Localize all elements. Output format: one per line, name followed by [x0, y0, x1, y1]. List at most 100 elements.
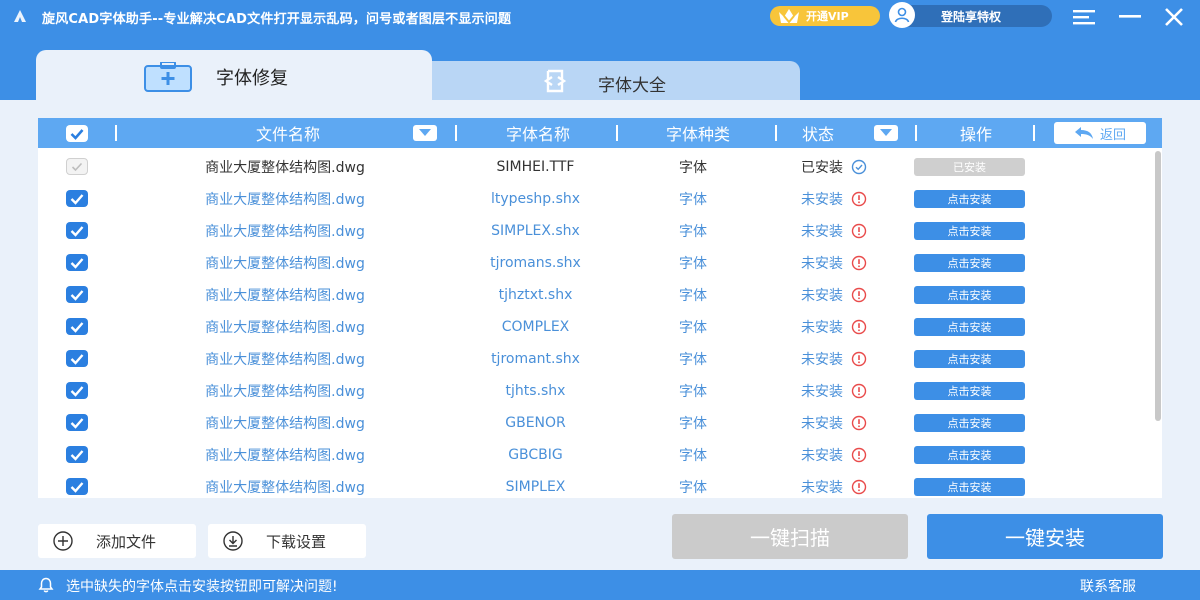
vip-label: 开通VIP [806, 10, 849, 23]
table-header: 文件名称 字体名称 字体种类 状态 操作 返回 [38, 118, 1162, 148]
one-click-install-button[interactable]: 一键安装 [927, 514, 1163, 559]
title-bar: 旋风CAD字体助手--专业解决CAD文件打开显示乱码，问号或者图层不显示问题 开… [0, 0, 1200, 34]
menu-icon[interactable] [1072, 6, 1096, 28]
download-settings-button[interactable]: 下载设置 [208, 524, 366, 558]
row-checkbox [66, 158, 88, 175]
status-text: 未安装 [801, 352, 843, 368]
cell-font-name: tjhztxt.shx [498, 287, 573, 303]
table-row: 商业大厦整体结构图.dwg tjhztxt.shx 字体 未安装 点击安装 [38, 279, 1152, 311]
error-circle-icon [851, 415, 867, 431]
one-click-scan-button[interactable]: 一键扫描 [672, 514, 908, 559]
install-font-button[interactable]: 点击安装 [914, 478, 1025, 496]
status-text: 未安装 [801, 192, 843, 208]
cell-font-type: 字体 [679, 384, 707, 400]
installed-button: 已安装 [914, 158, 1025, 176]
status-filter-dropdown[interactable] [874, 125, 898, 141]
contact-support-link[interactable]: 联系客服 [1080, 576, 1136, 596]
cell-file-name: 商业大厦整体结构图.dwg [205, 256, 365, 272]
download-circle-icon [223, 531, 243, 551]
table-row: 商业大厦整体结构图.dwg GBENOR 字体 未安装 点击安装 [38, 407, 1152, 439]
avatar-icon [889, 2, 915, 28]
status-text: 未安装 [801, 480, 843, 496]
table-row: 商业大厦整体结构图.dwg GBCBIG 字体 未安装 点击安装 [38, 439, 1152, 471]
header-separator [915, 125, 917, 141]
login-button[interactable]: 登陆享特权 [889, 2, 1052, 28]
table-scrollbar[interactable] [1154, 151, 1162, 498]
status-text: 未安装 [801, 448, 843, 464]
install-font-button[interactable]: 点击安装 [914, 446, 1025, 464]
cell-font-type: 字体 [679, 192, 707, 208]
install-font-button[interactable]: 点击安装 [914, 318, 1025, 336]
cell-status: 未安装 [783, 471, 893, 498]
cell-font-type: 字体 [679, 160, 707, 176]
table-row: 商业大厦整体结构图.dwg tjromans.shx 字体 未安装 点击安装 [38, 247, 1152, 279]
tab-font-repair[interactable]: 字体修复 [36, 50, 432, 102]
minimize-icon[interactable] [1118, 6, 1142, 28]
select-all-checkbox[interactable] [66, 125, 88, 142]
table-row: 商业大厦整体结构图.dwg SIMHEI.TTF 字体 已安装 已安装 [38, 151, 1152, 183]
cell-status: 未安装 [783, 375, 893, 407]
cell-status: 未安装 [783, 343, 893, 375]
install-font-button[interactable]: 点击安装 [914, 190, 1025, 208]
install-font-button[interactable]: 点击安装 [914, 222, 1025, 240]
table-row: 商业大厦整体结构图.dwg SIMPLEX 字体 未安装 点击安装 [38, 471, 1152, 498]
row-checkbox[interactable] [66, 478, 88, 495]
first-aid-kit-icon [144, 62, 192, 92]
back-label: 返回 [1099, 127, 1126, 143]
cell-file-name: 商业大厦整体结构图.dwg [205, 288, 365, 304]
install-font-button[interactable]: 点击安装 [914, 254, 1025, 272]
install-font-button[interactable]: 点击安装 [914, 350, 1025, 368]
row-checkbox[interactable] [66, 254, 88, 271]
add-file-button[interactable]: 添加文件 [38, 524, 196, 558]
scrollbar-thumb[interactable] [1155, 151, 1161, 421]
cell-font-name: tjromant.shx [491, 351, 580, 367]
status-text: 未安装 [801, 384, 843, 400]
cell-file-name: 商业大厦整体结构图.dwg [205, 160, 365, 176]
cell-font-type: 字体 [679, 224, 707, 240]
cell-status: 未安装 [783, 311, 893, 343]
row-checkbox[interactable] [66, 286, 88, 303]
cell-file-name: 商业大厦整体结构图.dwg [205, 480, 365, 496]
cell-status: 已安装 [783, 151, 893, 183]
row-checkbox[interactable] [66, 318, 88, 335]
table-row: 商业大厦整体结构图.dwg tjhts.shx 字体 未安装 点击安装 [38, 375, 1152, 407]
status-text: 未安装 [801, 256, 843, 272]
cell-font-name: GBCBIG [508, 447, 563, 463]
check-circle-icon [851, 159, 867, 175]
crown-icon [779, 9, 799, 24]
status-text: 未安装 [801, 224, 843, 240]
cell-file-name: 商业大厦整体结构图.dwg [205, 320, 365, 336]
row-checkbox[interactable] [66, 446, 88, 463]
row-checkbox[interactable] [66, 382, 88, 399]
tab-font-library[interactable]: 字体大全 [432, 61, 800, 100]
header-font-name: 字体名称 [505, 125, 570, 144]
font-table: 文件名称 字体名称 字体种类 状态 操作 返回 商业大厦整体结构图.dwg SIM… [38, 118, 1162, 498]
back-button[interactable]: 返回 [1054, 122, 1146, 144]
cell-font-type: 字体 [679, 352, 707, 368]
error-circle-icon [851, 287, 867, 303]
error-circle-icon [851, 255, 867, 271]
row-checkbox[interactable] [66, 350, 88, 367]
plus-circle-icon [53, 531, 73, 551]
cell-file-name: 商业大厦整体结构图.dwg [205, 352, 365, 368]
status-tip: 选中缺失的字体点击安装按钮即可解决问题! [66, 579, 338, 595]
header-separator [616, 125, 618, 141]
cell-file-name: 商业大厦整体结构图.dwg [205, 416, 365, 432]
install-font-button[interactable]: 点击安装 [914, 414, 1025, 432]
file-filter-dropdown[interactable] [413, 125, 437, 141]
cell-font-name: SIMPLEX [505, 479, 566, 495]
cell-font-type: 字体 [679, 416, 707, 432]
app-logo-icon [14, 10, 26, 22]
cell-font-name: ltypeshp.shx [490, 191, 581, 207]
row-checkbox[interactable] [66, 414, 88, 431]
row-checkbox[interactable] [66, 190, 88, 207]
open-vip-button[interactable]: 开通VIP [770, 6, 880, 26]
table-row: 商业大厦整体结构图.dwg COMPLEX 字体 未安装 点击安装 [38, 311, 1152, 343]
cell-font-type: 字体 [679, 448, 707, 464]
close-icon[interactable] [1162, 6, 1186, 28]
row-checkbox[interactable] [66, 222, 88, 239]
status-text: 未安装 [801, 288, 843, 304]
install-font-button[interactable]: 点击安装 [914, 382, 1025, 400]
install-font-button[interactable]: 点击安装 [914, 286, 1025, 304]
error-circle-icon [851, 319, 867, 335]
